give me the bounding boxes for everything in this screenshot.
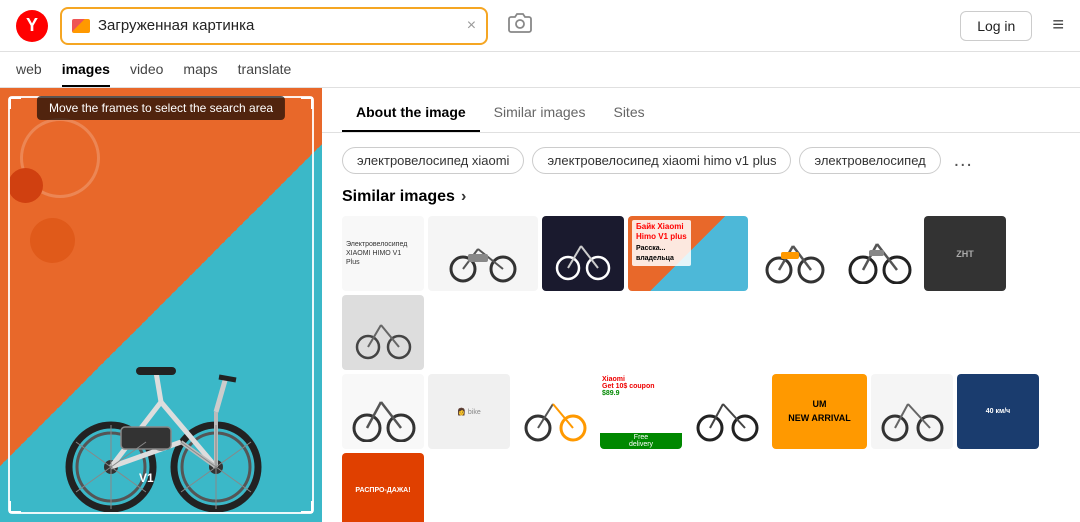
camera-search-icon[interactable] — [508, 11, 532, 41]
right-tabs: About the image Similar images Sites — [322, 88, 1080, 133]
similar-images-grid-row1: ЭлектровелосипедXIAOMI HIMO V1Plus — [322, 216, 1080, 370]
similar-image-thumb-11[interactable] — [514, 374, 596, 449]
similar-image-thumb-10[interactable]: 👩 bike — [428, 374, 510, 449]
search-image-thumbnail — [72, 19, 90, 33]
move-hint-label: Move the frames to select the search are… — [37, 96, 285, 120]
similar-image-thumb-8[interactable] — [342, 295, 424, 370]
search-input-value[interactable]: Загруженная картинка — [98, 17, 459, 34]
right-panel: About the image Similar images Sites эле… — [322, 88, 1080, 522]
navigation-tabs: web images video maps translate — [0, 52, 1080, 88]
search-bar: Загруженная картинка × — [60, 7, 488, 45]
tag-chip-2[interactable]: электровелосипед — [799, 147, 940, 174]
similar-image-thumb-2[interactable] — [428, 216, 538, 291]
tags-row: электровелосипед xiaomi электровелосипед… — [322, 133, 1080, 188]
nav-tab-images[interactable]: images — [62, 61, 110, 87]
similar-image-thumb-6[interactable] — [838, 216, 920, 291]
similar-images-arrow-icon[interactable]: › — [461, 188, 466, 206]
corner-bl — [9, 501, 21, 513]
similar-image-thumb-17[interactable]: РАСПРО-ДАЖА! — [342, 453, 424, 522]
login-button[interactable]: Log in — [960, 11, 1032, 41]
uploaded-image-bg: V1 — [0, 88, 322, 522]
similar-image-thumb-1[interactable]: ЭлектровелосипедXIAOMI HIMO V1Plus — [342, 216, 424, 291]
yandex-logo[interactable]: Y — [16, 10, 48, 42]
corner-tl — [9, 97, 21, 109]
tab-sites[interactable]: Sites — [599, 98, 658, 132]
image-container: V1 — [0, 88, 322, 522]
similar-image-thumb-5[interactable] — [752, 216, 834, 291]
hamburger-menu-icon[interactable]: ≡ — [1052, 14, 1064, 37]
similar-image-thumb-7[interactable]: ZHT — [924, 216, 1006, 291]
similar-image-thumb-16[interactable]: 40 км/ч — [957, 374, 1039, 449]
similar-image-thumb-3[interactable] — [542, 216, 624, 291]
tab-about-image[interactable]: About the image — [342, 98, 480, 132]
search-clear-button[interactable]: × — [467, 17, 476, 35]
similar-image-thumb-4[interactable]: Байк XiaomiHimo V1 plusРасска...владельц… — [628, 216, 748, 291]
tag-chip-0[interactable]: электровелосипед xiaomi — [342, 147, 524, 174]
similar-image-thumb-13[interactable] — [686, 374, 768, 449]
tags-more-button[interactable]: … — [949, 149, 977, 172]
nav-tab-maps[interactable]: maps — [183, 61, 217, 87]
corner-br — [301, 501, 313, 513]
similar-images-grid-row2: 👩 bike XiaomiGet 10$ coupon$89.9 — [322, 374, 1080, 522]
tag-chip-1[interactable]: электровелосипед xiaomi himo v1 plus — [532, 147, 791, 174]
nav-tab-web[interactable]: web — [16, 61, 42, 87]
left-panel: Move the frames to select the search are… — [0, 88, 322, 522]
similar-images-section-title: Similar images › — [322, 188, 1080, 216]
corner-tr — [301, 97, 313, 109]
similar-image-thumb-9[interactable] — [342, 374, 424, 449]
nav-tab-video[interactable]: video — [130, 61, 163, 87]
main-content: Move the frames to select the search are… — [0, 88, 1080, 522]
similar-image-thumb-14[interactable]: UM NEW ARRIVAL — [772, 374, 867, 449]
tab-similar-images[interactable]: Similar images — [480, 98, 600, 132]
similar-image-thumb-12[interactable]: XiaomiGet 10$ coupon$89.9 Freedelivery — [600, 374, 682, 449]
similar-image-thumb-15[interactable] — [871, 374, 953, 449]
nav-tab-translate[interactable]: translate — [238, 61, 292, 87]
header: Y Загруженная картинка × Log in ≡ — [0, 0, 1080, 52]
selection-frame — [8, 96, 314, 514]
